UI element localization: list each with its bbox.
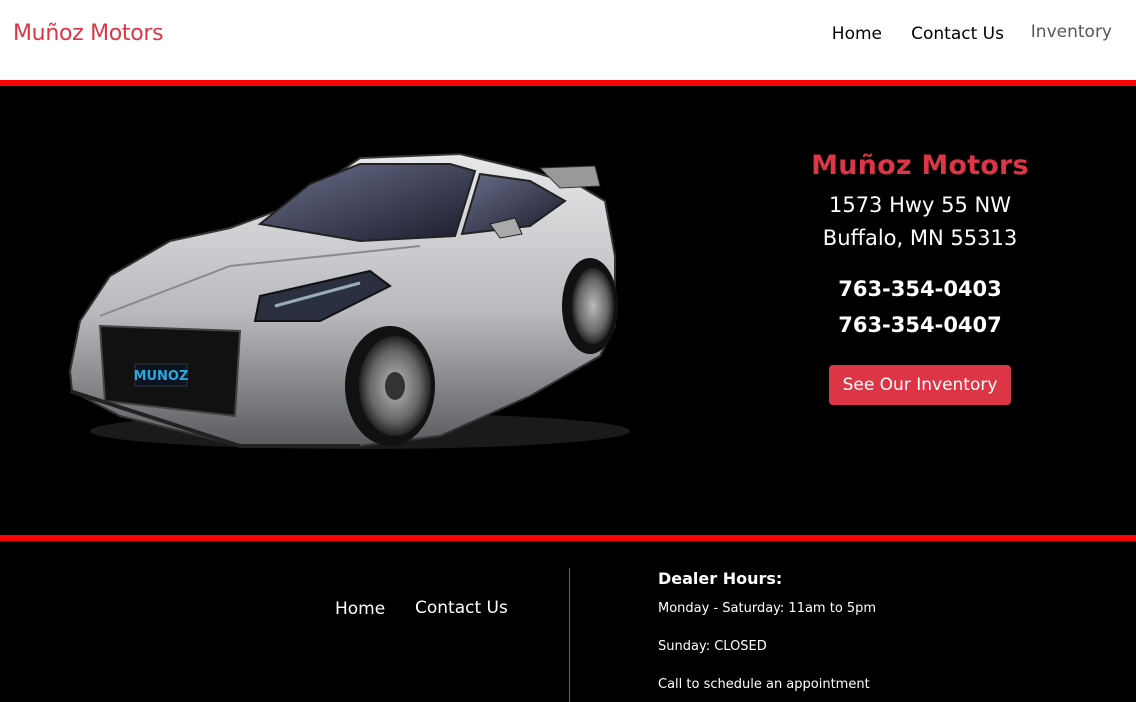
address-line-1: 1573 Hwy 55 NW — [828, 193, 1012, 217]
nav-inventory-link[interactable]: Inventory — [1031, 22, 1112, 42]
phone-numbers: 763-354-0403 763-354-0407 — [700, 271, 1136, 343]
dealer-hours: Dealer Hours: Monday - Saturday: 11am to… — [658, 569, 876, 694]
brand-link[interactable]: Muñoz Motors — [13, 21, 164, 46]
hero-section: MUNOZ Muñoz Motors 1573 Hwy 55 NW Buffal… — [0, 86, 1136, 535]
footer-home-link[interactable]: Home — [335, 599, 385, 619]
phone-2[interactable]: 763-354-0407 — [700, 307, 1136, 343]
dealer-address: 1573 Hwy 55 NW Buffalo, MN 55313 — [700, 189, 1136, 255]
footer-contact-link[interactable]: Contact Us — [415, 598, 508, 618]
dealer-info: Muñoz Motors 1573 Hwy 55 NW Buffalo, MN … — [700, 150, 1136, 405]
hours-sunday: Sunday: CLOSED — [658, 639, 767, 654]
hours-title: Dealer Hours: — [658, 569, 783, 588]
dealer-title: Muñoz Motors — [811, 150, 1029, 181]
address-line-2: Buffalo, MN 55313 — [822, 226, 1018, 250]
nav-contact-link[interactable]: Contact Us — [911, 24, 1004, 44]
top-navbar: Muñoz Motors Home Contact Us Inventory — [0, 0, 1136, 80]
sports-car-image: MUNOZ — [68, 152, 630, 449]
license-plate-text: MUNOZ — [134, 369, 189, 384]
nav-home-link[interactable]: Home — [832, 24, 882, 44]
see-inventory-button[interactable]: See Our Inventory — [828, 365, 1012, 405]
footer: Home Contact Us Dealer Hours: Monday - S… — [0, 541, 1136, 702]
footer-divider — [569, 568, 570, 702]
hours-appointment: Call to schedule an appointment — [658, 677, 870, 692]
hours-weekday: Monday - Saturday: 11am to 5pm — [658, 601, 877, 616]
phone-1[interactable]: 763-354-0403 — [700, 271, 1136, 307]
